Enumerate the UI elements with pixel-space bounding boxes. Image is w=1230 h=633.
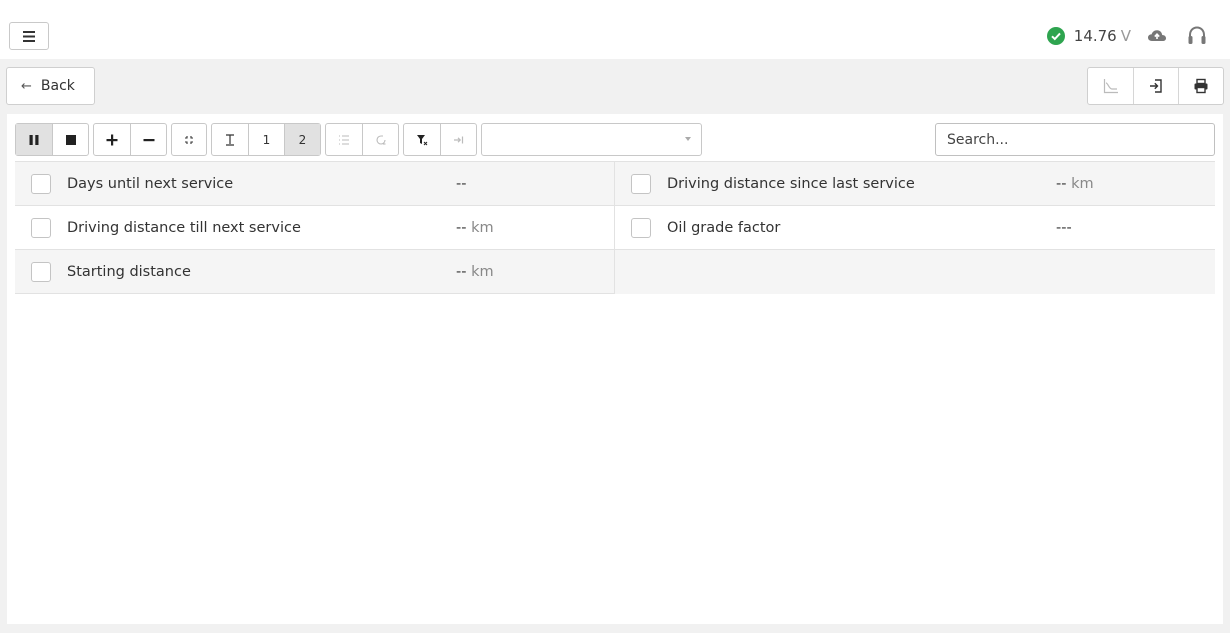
caret-down-icon xyxy=(685,137,691,141)
parameter-label: Driving distance till next service xyxy=(67,219,301,236)
column-1-button[interactable]: 1 xyxy=(248,124,284,155)
chart-view-button[interactable] xyxy=(1088,68,1133,104)
layout-group: 1 2 xyxy=(211,123,321,156)
filter-clear-icon xyxy=(417,134,428,145)
parameter-cell[interactable]: Days until next service -- xyxy=(15,162,615,206)
parameter-checkbox[interactable] xyxy=(31,262,51,282)
list-group xyxy=(325,123,399,156)
plus-icon xyxy=(106,134,118,145)
view-tools xyxy=(1087,67,1224,105)
arrow-to-end-icon xyxy=(453,136,463,143)
pause-button[interactable] xyxy=(16,124,52,155)
refresh-icon xyxy=(375,134,386,145)
parameter-value: -- xyxy=(456,175,467,192)
table-row: Driving distance till next service -- km… xyxy=(15,206,1215,250)
playback-group xyxy=(15,123,89,156)
parameter-checkbox[interactable] xyxy=(31,218,51,238)
parameter-value: -- km xyxy=(456,263,494,280)
table-row: Starting distance -- km xyxy=(15,250,1215,294)
parameter-value: -- km xyxy=(456,219,494,236)
toolbar: 1 2 xyxy=(15,123,702,156)
parameter-cell[interactable]: Driving distance till next service -- km xyxy=(15,206,615,250)
parameter-value: --- xyxy=(1056,219,1072,236)
stop-button[interactable] xyxy=(52,124,88,155)
headset-icon[interactable] xyxy=(1187,25,1207,47)
parameter-checkbox[interactable] xyxy=(631,174,651,194)
nav-bar: ← Back xyxy=(0,59,1230,114)
pause-icon xyxy=(29,134,39,145)
menu-button[interactable] xyxy=(9,22,49,50)
parameter-label: Starting distance xyxy=(67,263,191,280)
cloud-icon[interactable] xyxy=(1147,28,1167,44)
parameter-cell[interactable]: Oil grade factor --- xyxy=(615,206,1215,250)
search-input[interactable] xyxy=(935,123,1215,156)
top-bar: 14.76 V xyxy=(0,0,1230,59)
jump-button[interactable] xyxy=(440,124,476,155)
print-button[interactable] xyxy=(1178,68,1223,104)
zoom-group xyxy=(93,123,167,156)
minus-icon xyxy=(143,138,154,141)
hamburger-icon xyxy=(23,30,35,42)
voltage-unit: V xyxy=(1120,27,1131,45)
group-select[interactable] xyxy=(481,123,702,156)
parameter-cell[interactable]: Starting distance -- km xyxy=(15,250,615,294)
parameter-label: Driving distance since last service xyxy=(667,175,915,192)
export-button[interactable] xyxy=(1133,68,1178,104)
parameter-checkbox[interactable] xyxy=(31,174,51,194)
back-button-label: Back xyxy=(40,78,75,94)
filter-group xyxy=(403,123,477,156)
empty-cell xyxy=(615,250,1215,294)
status-area: 14.76 V xyxy=(1046,22,1230,50)
parameter-checkbox[interactable] xyxy=(631,218,651,238)
parameter-grid: Days until next service -- Driving dista… xyxy=(15,161,1215,294)
remove-button[interactable] xyxy=(130,124,166,155)
text-height-icon xyxy=(226,133,234,146)
table-row: Days until next service -- Driving dista… xyxy=(15,162,1215,206)
add-button[interactable] xyxy=(94,124,130,155)
stop-icon xyxy=(65,134,76,145)
compress-icon xyxy=(185,135,193,144)
parameter-label: Days until next service xyxy=(67,175,234,192)
back-button[interactable]: ← Back xyxy=(6,67,95,105)
printer-icon xyxy=(1194,78,1208,94)
line-chart-icon xyxy=(1103,79,1118,94)
list-icon xyxy=(339,134,349,145)
connected-check-icon xyxy=(1046,27,1065,45)
refresh-button[interactable] xyxy=(362,124,398,155)
sign-in-icon xyxy=(1150,79,1162,93)
column-2-button[interactable]: 2 xyxy=(284,124,320,155)
voltage-value: 14.76 xyxy=(1073,27,1117,45)
collapse-button[interactable] xyxy=(171,123,207,156)
parameter-value: -- km xyxy=(1056,175,1094,192)
list-button[interactable] xyxy=(326,124,362,155)
parameter-cell[interactable]: Driving distance since last service -- k… xyxy=(615,162,1215,206)
clear-filter-button[interactable] xyxy=(404,124,440,155)
text-height-button[interactable] xyxy=(212,124,248,155)
data-panel: 1 2 Search... Days until next service --… xyxy=(7,114,1223,624)
parameter-label: Oil grade factor xyxy=(667,219,781,236)
arrow-left-icon: ← xyxy=(21,78,32,94)
